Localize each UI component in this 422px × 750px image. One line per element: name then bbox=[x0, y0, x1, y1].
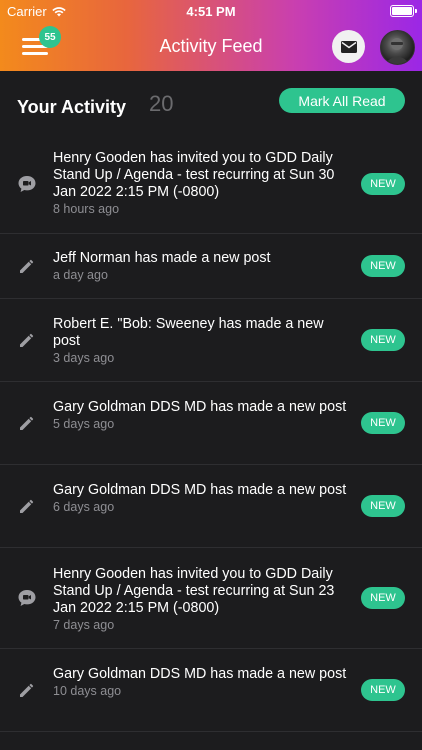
item-text: Robert E. "Bob: Sweeney has made a new p… bbox=[53, 316, 324, 349]
video-chat-icon bbox=[18, 590, 36, 606]
status-bar: Carrier 4:51 PM bbox=[0, 0, 422, 22]
item-body: Robert E. "Bob: Sweeney has made a new p… bbox=[53, 316, 350, 365]
item-time: a day ago bbox=[53, 268, 108, 282]
pencil-icon bbox=[20, 499, 34, 513]
new-badge: NEW bbox=[361, 587, 405, 609]
item-text: Gary Goldman DDS MD has made a new post bbox=[53, 666, 347, 682]
mail-icon bbox=[340, 40, 357, 53]
user-avatar[interactable] bbox=[380, 30, 415, 65]
pencil-icon bbox=[20, 416, 34, 430]
item-text: Henry Gooden has invited you to GDD Dail… bbox=[53, 566, 335, 616]
item-body: Gary Goldman DDS MD has made a new post … bbox=[53, 666, 350, 698]
pencil-icon bbox=[20, 259, 34, 273]
new-badge: NEW bbox=[361, 679, 405, 701]
new-badge: NEW bbox=[361, 173, 405, 195]
clock: 4:51 PM bbox=[186, 4, 236, 19]
item-time: 5 days ago bbox=[53, 417, 115, 431]
list-item[interactable]: Jeff Norman has made a new post a day ag… bbox=[0, 234, 422, 299]
list-item[interactable]: Gary Goldman DDS MD has made a new post … bbox=[0, 649, 422, 732]
new-badge: NEW bbox=[361, 255, 405, 277]
avatar-photo bbox=[385, 38, 410, 64]
item-body: Henry Gooden has invited you to GDD Dail… bbox=[53, 150, 350, 216]
item-body: Gary Goldman DDS MD has made a new post … bbox=[53, 399, 350, 431]
activity-count: 20 bbox=[149, 91, 174, 116]
list-item[interactable]: Henry Gooden has invited you to GDD Dail… bbox=[0, 548, 422, 649]
item-time: 8 hours ago bbox=[53, 202, 120, 216]
item-time: 6 days ago bbox=[53, 500, 115, 514]
item-text: Jeff Norman has made a new post bbox=[53, 250, 271, 266]
list-item[interactable]: Henry Gooden has invited you to GDD Dail… bbox=[0, 135, 422, 234]
pencil-icon bbox=[20, 333, 34, 347]
app-header: Carrier 4:51 PM 55 Activity Feed bbox=[0, 0, 422, 71]
item-time: 7 days ago bbox=[53, 618, 115, 632]
pencil-icon bbox=[20, 683, 34, 697]
new-badge: NEW bbox=[361, 329, 405, 351]
video-chat-icon bbox=[18, 176, 36, 192]
mark-all-read-button[interactable]: Mark All Read bbox=[279, 88, 405, 113]
item-text: Henry Gooden has invited you to GDD Dail… bbox=[53, 150, 335, 200]
battery-icon bbox=[390, 5, 417, 17]
item-time: 10 days ago bbox=[53, 684, 122, 698]
list-item[interactable]: Gary Goldman DDS MD has made a new post … bbox=[0, 382, 422, 465]
item-time: 3 days ago bbox=[53, 351, 115, 365]
item-text: Gary Goldman DDS MD has made a new post bbox=[53, 482, 347, 498]
item-body: Gary Goldman DDS MD has made a new post … bbox=[53, 482, 350, 514]
item-text: Gary Goldman DDS MD has made a new post bbox=[53, 399, 347, 415]
list-item[interactable]: Robert E. "Bob: Sweeney has made a new p… bbox=[0, 299, 422, 382]
new-badge: NEW bbox=[361, 412, 405, 434]
item-body: Jeff Norman has made a new post a day ag… bbox=[53, 250, 350, 282]
list-item[interactable]: Gary Goldman DDS MD has made a new post … bbox=[0, 465, 422, 548]
section-title: Your Activity bbox=[17, 97, 127, 117]
mail-button[interactable] bbox=[332, 30, 365, 63]
activity-section-header: Your Activity 20 Mark All Read bbox=[0, 71, 422, 141]
new-badge: NEW bbox=[361, 495, 405, 517]
item-body: Henry Gooden has invited you to GDD Dail… bbox=[53, 566, 350, 632]
